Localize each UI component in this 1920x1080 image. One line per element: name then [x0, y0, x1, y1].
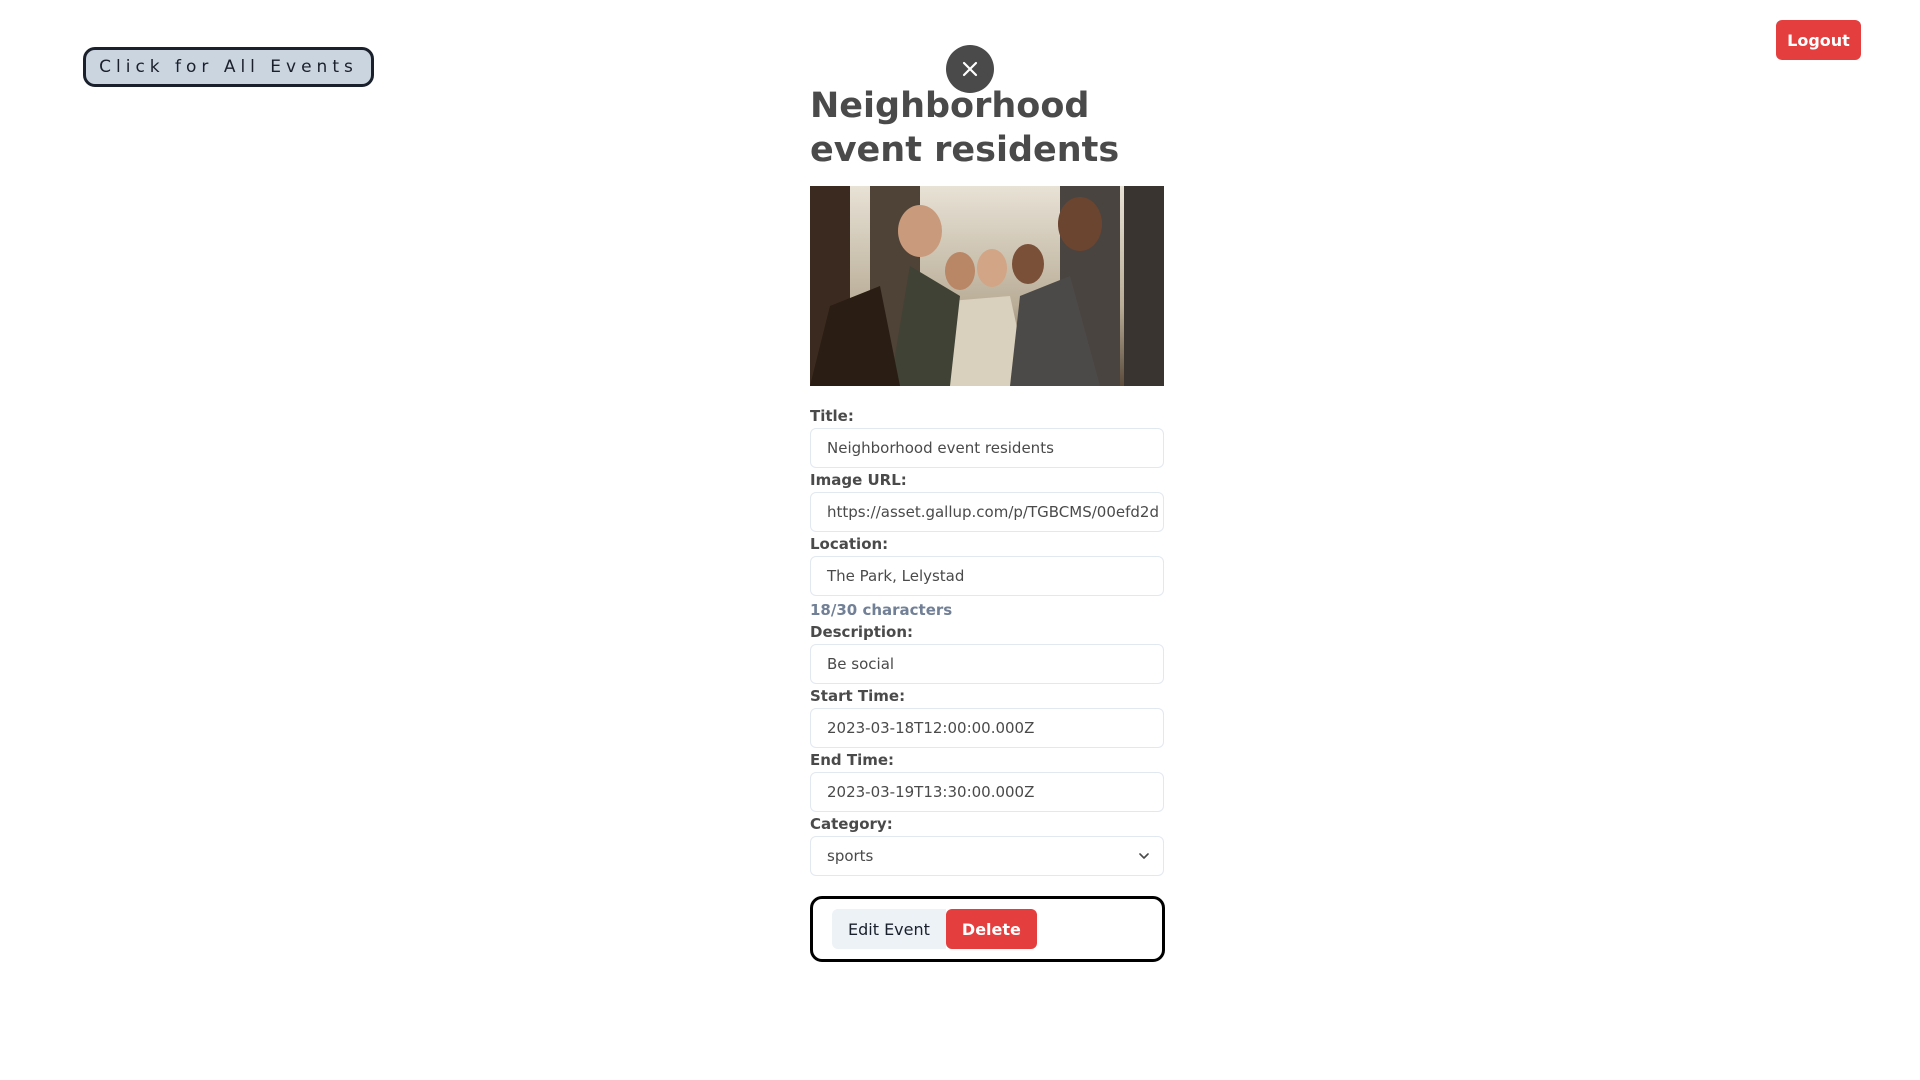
event-title: Neighborhood event residents: [810, 86, 1120, 170]
title-label: Title:: [810, 407, 854, 425]
close-icon: [962, 61, 978, 77]
location-label: Location:: [810, 535, 889, 553]
event-actions: Edit Event Delete: [810, 896, 1165, 962]
image-url-label: Image URL:: [810, 471, 907, 489]
logout-button[interactable]: Logout: [1776, 20, 1861, 60]
title-input[interactable]: Neighborhood event residents: [810, 428, 1164, 468]
category-select[interactable]: sports: [810, 836, 1164, 876]
edit-event-button[interactable]: Edit Event: [832, 909, 946, 949]
location-char-count: 18/30 characters: [810, 601, 953, 619]
description-label: Description:: [810, 623, 914, 641]
all-events-button[interactable]: Click for All Events: [83, 47, 374, 87]
category-label: Category:: [810, 815, 893, 833]
start-time-input[interactable]: 2023-03-18T12:00:00.000Z: [810, 708, 1164, 748]
edit-event-form: Title: Neighborhood event residents Imag…: [810, 404, 1164, 876]
end-time-label: End Time:: [810, 751, 895, 769]
category-selected-value: sports: [810, 836, 1164, 876]
location-input[interactable]: The Park, Lelystad: [810, 556, 1164, 596]
delete-button[interactable]: Delete: [945, 909, 1037, 949]
image-url-input[interactable]: https://asset.gallup.com/p/TGBCMS/00efd2…: [810, 492, 1164, 532]
description-input[interactable]: Be social: [810, 644, 1164, 684]
end-time-input[interactable]: 2023-03-19T13:30:00.000Z: [810, 772, 1164, 812]
start-time-label: Start Time:: [810, 687, 906, 705]
event-image: [810, 186, 1164, 386]
